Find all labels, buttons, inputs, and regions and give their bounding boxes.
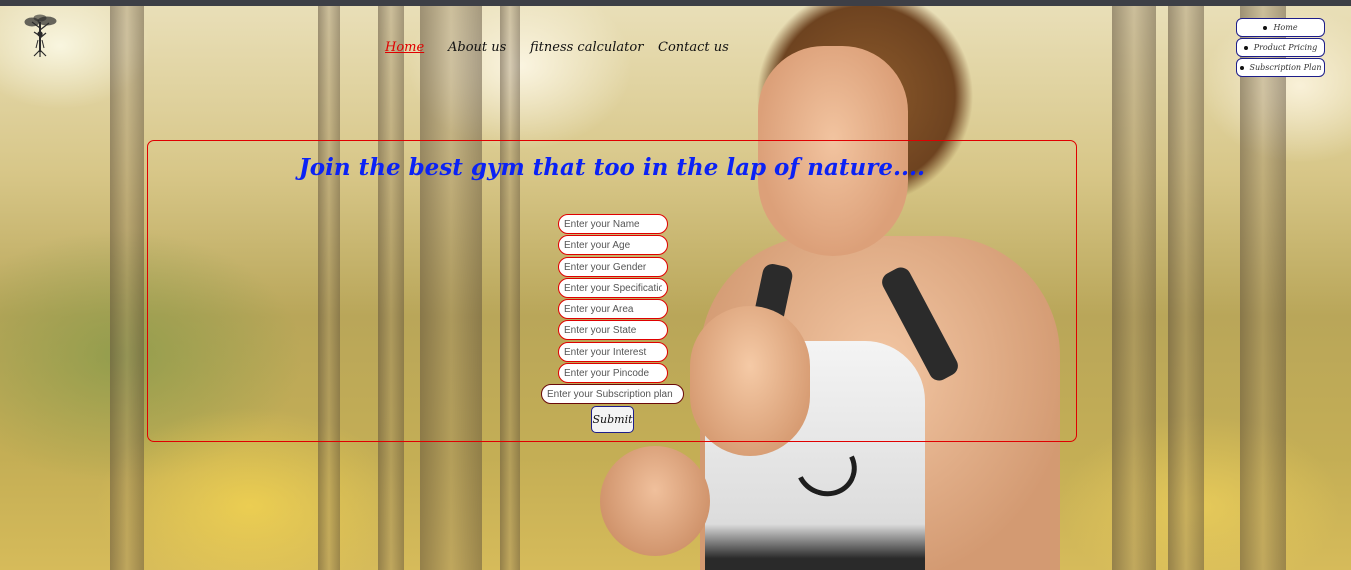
gender-input[interactable] <box>558 257 668 277</box>
specification-input[interactable] <box>558 278 668 298</box>
side-menu-item-product-pricing[interactable]: Product Pricing <box>1236 38 1325 57</box>
bullet-icon <box>1239 65 1244 70</box>
pincode-input[interactable] <box>558 363 668 383</box>
side-menu-item-subscription-plan[interactable]: Subscription Plan <box>1236 58 1325 77</box>
tree-trunk <box>1168 6 1204 570</box>
nav-about-link[interactable]: About us <box>448 40 506 55</box>
interest-input[interactable] <box>558 342 668 362</box>
side-menu-label: Subscription Plan <box>1249 63 1322 72</box>
nav-home-link[interactable]: Home <box>385 40 424 55</box>
tree-trunk <box>1112 6 1156 570</box>
name-input[interactable] <box>558 214 668 234</box>
side-menu-label: Product Pricing <box>1253 43 1318 52</box>
bullet-icon <box>1263 25 1268 30</box>
runner-hand <box>600 446 710 556</box>
tree-trunk <box>110 6 144 570</box>
tree-trunk <box>1240 6 1286 570</box>
side-menu: Home Product Pricing Subscription Plan <box>1236 18 1325 78</box>
age-input[interactable] <box>558 235 668 255</box>
page-headline: Join the best gym that too in the lap of… <box>298 154 926 181</box>
side-menu-item-home[interactable]: Home <box>1236 18 1325 37</box>
area-input[interactable] <box>558 299 668 319</box>
side-menu-label: Home <box>1273 23 1298 32</box>
state-input[interactable] <box>558 320 668 340</box>
bullet-icon <box>1243 45 1248 50</box>
submit-button[interactable]: Submit <box>591 406 634 433</box>
tree-logo-icon[interactable] <box>22 14 58 58</box>
nav-fitness-calculator-link[interactable]: fitness calculator <box>530 40 643 55</box>
nav-contact-link[interactable]: Contact us <box>658 40 729 55</box>
subscription-plan-input[interactable] <box>541 384 684 404</box>
